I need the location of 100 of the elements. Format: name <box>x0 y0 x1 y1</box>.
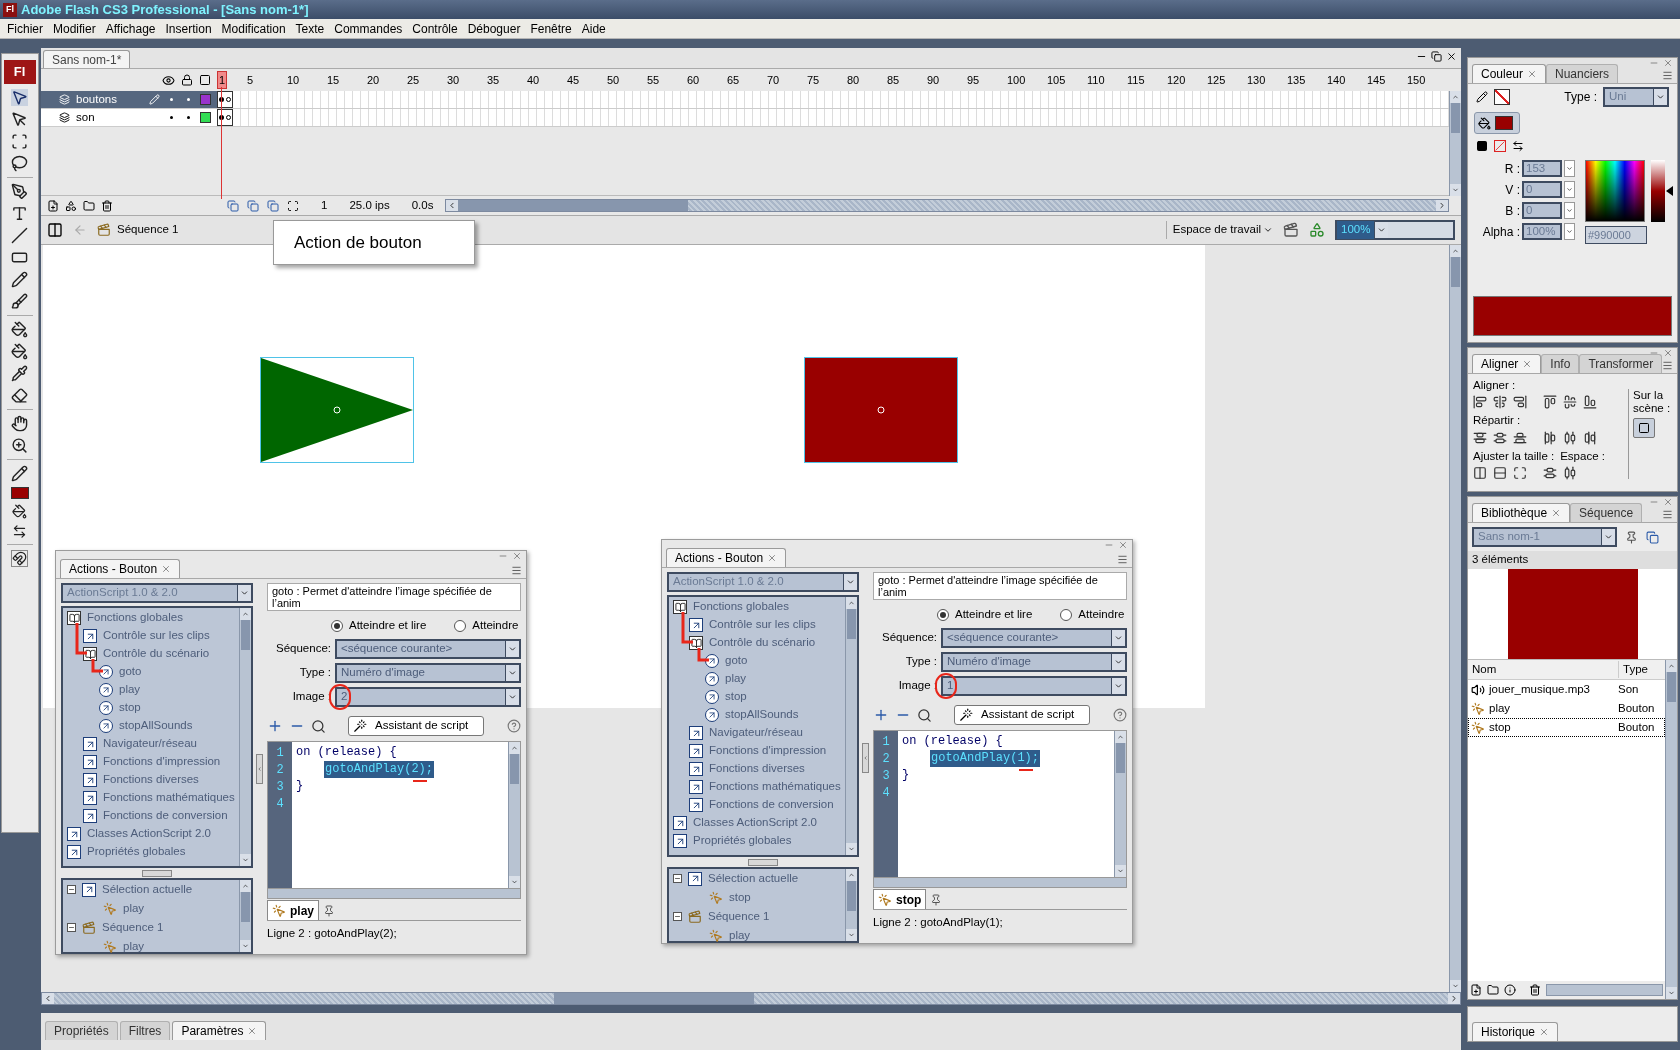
subselect-tool-icon[interactable] <box>11 111 28 128</box>
arrow-tool-icon[interactable] <box>11 89 28 106</box>
zoom-tool-icon[interactable] <box>11 437 28 454</box>
close-icon[interactable] <box>1446 51 1457 62</box>
scrollbar[interactable] <box>508 742 520 888</box>
lock-icon[interactable] <box>181 74 193 86</box>
scrollbar[interactable] <box>239 608 251 866</box>
menu-item[interactable]: Affichage <box>100 19 161 38</box>
caret-icon[interactable] <box>505 641 519 657</box>
horizontal-scrollbar[interactable] <box>1546 984 1663 996</box>
channel-field[interactable]: 100% <box>1522 223 1562 240</box>
distribute-icon[interactable] <box>1513 430 1527 445</box>
caret-icon[interactable] <box>1601 529 1615 545</box>
scrollbar[interactable] <box>1114 731 1126 877</box>
no-color-icon[interactable] <box>1494 140 1506 152</box>
swap-colors-icon[interactable] <box>1512 140 1524 152</box>
radio-button[interactable] <box>454 620 467 632</box>
panel-tab[interactable]: Paramètres <box>172 1021 267 1040</box>
menu-item[interactable]: Fichier <box>2 19 48 38</box>
menu-item[interactable]: Modification <box>216 19 291 38</box>
splitter-handle[interactable] <box>142 869 172 877</box>
search-icon[interactable] <box>311 718 326 734</box>
tree-item[interactable]: Sélection actuelle <box>708 869 799 888</box>
tree-item[interactable]: Sélection actuelle <box>102 880 193 899</box>
new-library-icon[interactable] <box>1646 530 1659 544</box>
toolbox-item[interactable]: Contrôle du scénario <box>709 634 816 652</box>
toolbox-item[interactable]: Fonctions de conversion <box>709 796 834 814</box>
collapse-handle[interactable] <box>862 742 869 773</box>
onion-outline-icon[interactable] <box>247 199 259 212</box>
color-spectrum[interactable] <box>1585 160 1645 222</box>
toolbox-item[interactable]: goto <box>725 652 748 670</box>
panel-menu-icon[interactable] <box>1662 70 1673 81</box>
menu-item[interactable]: Déboguer <box>462 19 526 38</box>
toolbox-item[interactable]: Fonctions mathématiques <box>709 778 841 796</box>
panel-tab[interactable]: Propriétés <box>45 1021 118 1040</box>
default-colors-icon[interactable] <box>1476 140 1488 152</box>
library-item[interactable]: play Bouton <box>1468 699 1665 718</box>
toolbox-item[interactable]: Fonctions d'impression <box>103 753 221 771</box>
scroll-thumb[interactable] <box>1451 257 1460 287</box>
script-tab[interactable]: play <box>267 900 319 920</box>
version-dropdown[interactable]: ActionScript 1.0 & 2.0 <box>667 572 859 592</box>
collapse-icon[interactable] <box>67 923 76 932</box>
scrollbar[interactable] <box>1665 660 1677 999</box>
add-icon[interactable] <box>873 707 889 723</box>
parameter-dropdown[interactable]: 1 <box>941 676 1127 696</box>
toolbox-item[interactable]: Classes ActionScript 2.0 <box>87 825 211 843</box>
panel-tab[interactable]: Info <box>1541 354 1580 373</box>
pencil-tool-icon[interactable] <box>11 271 28 288</box>
scrollbar[interactable] <box>1449 91 1461 196</box>
parameter-dropdown[interactable]: Numéro d'image <box>335 663 521 683</box>
match-size-icon[interactable] <box>1493 465 1507 480</box>
trash-icon[interactable] <box>101 199 113 212</box>
caret-icon[interactable] <box>237 585 251 601</box>
line-tool-icon[interactable] <box>11 227 28 244</box>
align-icon[interactable] <box>1583 395 1597 410</box>
panel-tab[interactable]: Séquence <box>1570 503 1643 522</box>
toolbox-item[interactable]: Contrôle sur les clips <box>103 627 210 645</box>
toolbox-item[interactable]: Contrôle du scénario <box>103 645 210 663</box>
edit-symbol-icon[interactable] <box>1309 222 1325 238</box>
snap-magnet-icon[interactable] <box>11 550 28 567</box>
timeline-toggle-icon[interactable] <box>47 222 63 238</box>
panel-tab[interactable]: Actions - Bouton <box>60 559 181 578</box>
trash-icon[interactable] <box>1529 984 1541 996</box>
toolbox-item[interactable]: play <box>119 681 141 699</box>
panel-tab[interactable]: Filtres <box>119 1021 171 1040</box>
pen-tool-icon[interactable] <box>11 183 28 200</box>
parameter-dropdown[interactable]: <séquence courante> <box>335 639 521 659</box>
to-stage-toggle[interactable] <box>1633 418 1655 438</box>
scroll-thumb[interactable] <box>847 881 856 911</box>
panel-tab[interactable]: Actions - Bouton <box>666 548 787 567</box>
panel-menu-icon[interactable] <box>1662 360 1673 371</box>
parameter-dropdown[interactable]: Numéro d'image <box>941 652 1127 672</box>
align-icon[interactable] <box>1563 395 1577 410</box>
toolbox-item[interactable]: Propriétés globales <box>87 843 186 861</box>
channel-field[interactable]: 0 <box>1522 202 1562 219</box>
pin-icon[interactable] <box>1625 530 1638 544</box>
toolbox-item[interactable]: stopAllSounds <box>725 706 799 724</box>
toolbox-item[interactable]: Fonctions mathématiques <box>103 789 235 807</box>
panel-menu-icon[interactable] <box>1662 509 1673 520</box>
scrollbar[interactable] <box>1449 245 1461 992</box>
fill-color-icon[interactable] <box>12 504 27 519</box>
scroll-thumb[interactable] <box>241 892 250 922</box>
toolbox-item[interactable]: Propriétés globales <box>693 832 792 850</box>
horizontal-scrollbar[interactable] <box>873 878 1127 888</box>
match-size-icon[interactable] <box>1473 465 1487 480</box>
align-icon[interactable] <box>1513 395 1527 410</box>
splitter-handle[interactable] <box>748 858 778 866</box>
radio-button[interactable] <box>331 620 343 632</box>
pin-icon[interactable] <box>930 894 943 906</box>
caret-icon[interactable] <box>1564 223 1575 240</box>
onion-markers-icon[interactable] <box>287 199 299 212</box>
scroll-thumb[interactable] <box>1667 672 1676 702</box>
panel-menu-icon[interactable] <box>511 565 522 576</box>
toolbox-item[interactable]: Navigateur/réseau <box>709 724 803 742</box>
scroll-thumb[interactable] <box>1451 103 1460 133</box>
library-item[interactable]: jouer_musique.mp3 Son <box>1468 680 1665 699</box>
menu-item[interactable]: Fenêtre <box>525 19 577 38</box>
edit-scene-icon[interactable] <box>1283 222 1299 238</box>
hex-field[interactable]: #990000 <box>1585 226 1647 244</box>
menu-item[interactable]: Aide <box>576 19 611 38</box>
